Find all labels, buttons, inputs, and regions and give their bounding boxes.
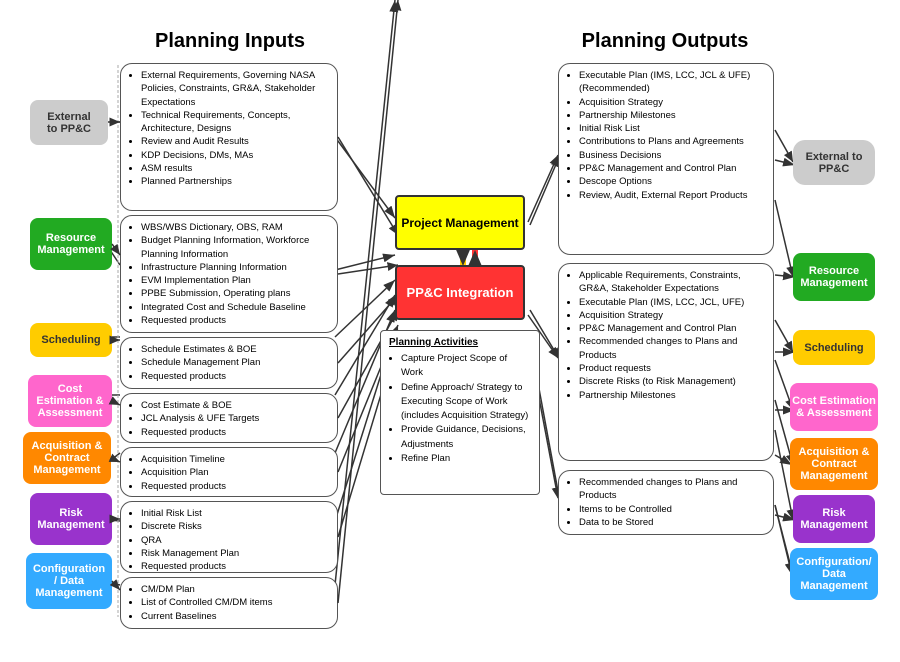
- right-label-resource: ResourceManagement: [793, 253, 875, 301]
- right-label-external: External toPP&C: [793, 140, 875, 185]
- right-label-acquisition: Acquisition &ContractManagement: [790, 438, 878, 490]
- output-box-middle: Applicable Requirements, Constraints, GR…: [558, 263, 774, 461]
- planning-outputs-title: Planning Outputs: [555, 30, 775, 53]
- ppc-integration-box: PP&C Integration: [395, 265, 525, 320]
- label-resource: ResourceManagement: [30, 218, 112, 270]
- right-label-cost: Cost Estimation& Assessment: [790, 383, 878, 431]
- input-box-cost: Cost Estimate & BOE JCL Analysis & UFE T…: [120, 393, 338, 443]
- planning-inputs-title: Planning Inputs: [120, 30, 340, 53]
- label-acquisition: Acquisition &ContractManagement: [23, 432, 111, 484]
- planning-activities-title: Planning Activities: [389, 337, 531, 348]
- planning-activities-box: Planning Activities Capture Project Scop…: [380, 330, 540, 495]
- input-box-external: External Requirements, Governing NASA Po…: [120, 63, 338, 211]
- right-label-risk: RiskManagement: [793, 495, 875, 543]
- input-box-config: CM/DM Plan List of Controlled CM/DM item…: [120, 577, 338, 629]
- input-box-scheduling: Schedule Estimates & BOE Schedule Manage…: [120, 337, 338, 389]
- right-label-scheduling: Scheduling: [793, 330, 875, 365]
- right-label-config: Configuration/DataManagement: [790, 548, 878, 600]
- label-risk: RiskManagement: [30, 493, 112, 545]
- label-external: Externalto PP&C: [30, 100, 108, 145]
- input-box-risk: Initial Risk List Discrete Risks QRA Ris…: [120, 501, 338, 573]
- label-cost: CostEstimation &Assessment: [28, 375, 112, 427]
- output-box-bottom: Recommended changes to Plans and Product…: [558, 470, 774, 535]
- label-config: Configuration/ DataManagement: [26, 553, 112, 609]
- label-scheduling: Scheduling: [30, 323, 112, 357]
- output-box-top: Executable Plan (IMS, LCC, JCL & UFE) (R…: [558, 63, 774, 255]
- input-box-resource: WBS/WBS Dictionary, OBS, RAM Budget Plan…: [120, 215, 338, 333]
- input-box-acquisition: Acquisition Timeline Acquisition Plan Re…: [120, 447, 338, 497]
- project-management-box: Project Management: [395, 195, 525, 250]
- diagram: Planning Inputs Planning Outputs: [0, 0, 900, 662]
